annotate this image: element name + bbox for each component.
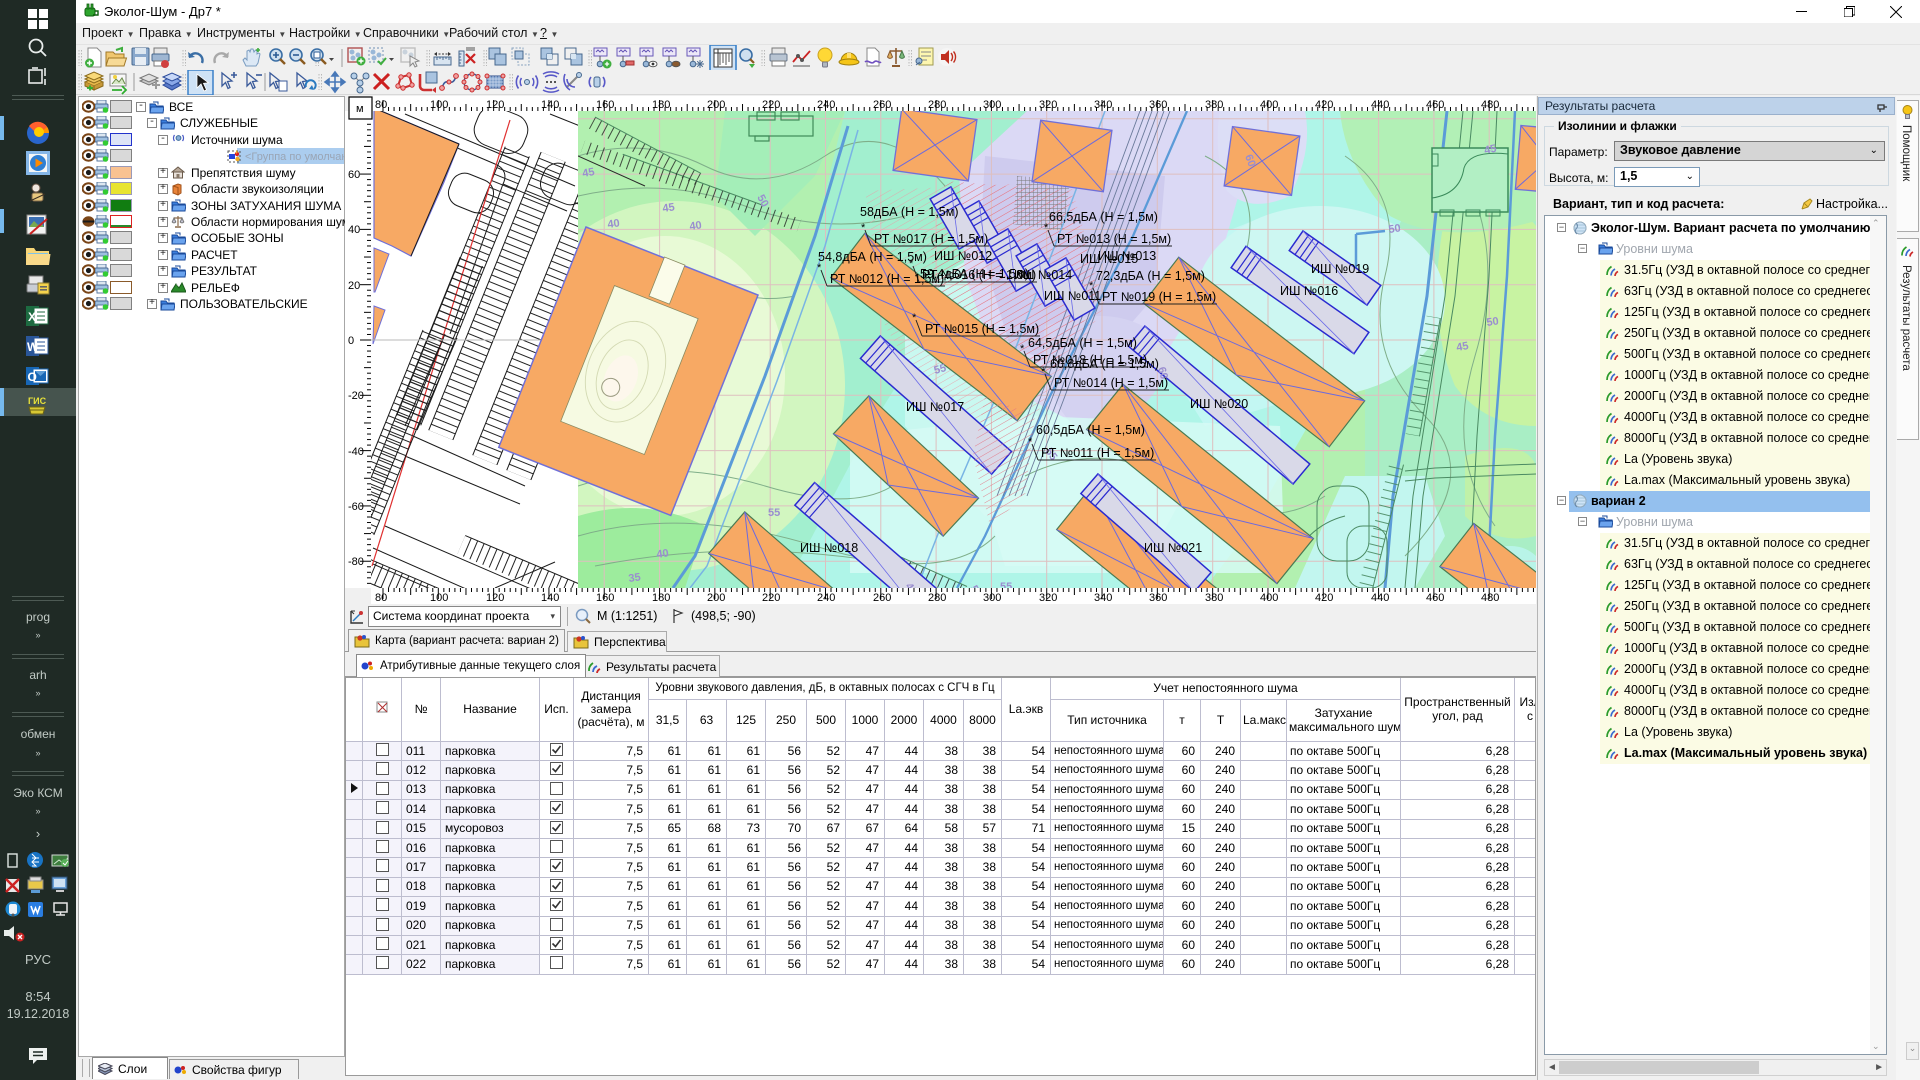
svg-text:280: 280 [928,99,946,111]
svg-text:460: 460 [1426,99,1444,111]
svg-text:180: 180 [652,592,670,604]
svg-text:РТ №015 (Н = 1,5м): РТ №015 (Н = 1,5м) [925,322,1039,336]
svg-text:ИШ №018: ИШ №018 [800,541,858,555]
svg-text:*: * [1028,436,1033,448]
svg-text:-40: -40 [348,446,364,458]
svg-text:40: 40 [348,224,360,236]
svg-text:420: 420 [1315,99,1333,111]
svg-text:320: 320 [1039,592,1057,604]
svg-text:ИШ №012: ИШ №012 [934,249,992,263]
svg-text:280: 280 [928,592,946,604]
svg-text:45: 45 [1455,340,1469,354]
svg-text:W: W [27,340,39,354]
svg-text:РТ №014 (Н = 1,5м): РТ №014 (Н = 1,5м) [1054,376,1168,390]
svg-text:40: 40 [689,219,703,233]
svg-text:140: 140 [541,592,559,604]
svg-text:*: * [912,312,917,324]
svg-text:ИШ №011: ИШ №011 [1044,289,1101,303]
svg-text:460: 460 [1426,592,1444,604]
svg-text:260: 260 [873,592,891,604]
svg-text:54,8дБА (Н = 1,5м): 54,8дБА (Н = 1,5м) [818,250,927,264]
svg-text:240: 240 [817,99,835,111]
svg-text:35: 35 [628,571,642,585]
svg-text:380: 380 [1205,592,1223,604]
svg-text:ИШ №015: ИШ №015 [1080,252,1138,266]
svg-text:-20: -20 [348,390,364,402]
svg-text:0: 0 [348,335,354,347]
svg-text:480: 480 [1481,99,1499,111]
svg-text:320: 320 [1039,99,1057,111]
svg-text:60,8дБА (Н = 1,5м): 60,8дБА (Н = 1,5м) [1050,357,1159,371]
svg-text:240: 240 [817,592,835,604]
svg-text:440: 440 [1371,592,1389,604]
svg-text:-80: -80 [348,556,364,568]
svg-text:45: 45 [581,166,595,180]
svg-text:200: 200 [707,592,725,604]
svg-text:140: 140 [541,99,559,111]
svg-text:480: 480 [1481,592,1499,604]
svg-text:400: 400 [1260,592,1278,604]
svg-text:ИШ №016: ИШ №016 [1280,284,1338,298]
svg-text:360: 360 [1149,592,1167,604]
svg-text:180: 180 [652,99,670,111]
svg-text:55: 55 [768,507,780,519]
svg-text:220: 220 [762,592,780,604]
svg-text:420: 420 [1315,592,1333,604]
svg-text:ИШ №019: ИШ №019 [1311,262,1369,276]
svg-text:400: 400 [1260,99,1278,111]
svg-text:72,3дБА (Н = 1,5м): 72,3дБА (Н = 1,5м) [1096,269,1205,283]
svg-text:50: 50 [1388,222,1402,236]
svg-text:ИШ №020: ИШ №020 [1190,397,1248,411]
svg-text:340: 340 [1094,99,1112,111]
svg-text:100: 100 [430,99,448,111]
svg-text:60: 60 [348,169,360,181]
svg-text:300: 300 [983,99,1001,111]
svg-text:ИШ №021: ИШ №021 [1144,541,1202,555]
svg-text:*: * [1041,366,1046,378]
svg-text:220: 220 [762,99,780,111]
svg-text:ИШ №014: ИШ №014 [1014,268,1072,282]
svg-text:РТ №019 (Н = 1,5м): РТ №019 (Н = 1,5м) [1102,290,1216,304]
svg-text:м: м [356,103,364,115]
svg-text:120: 120 [486,592,504,604]
svg-text:160: 160 [596,99,614,111]
svg-text:300: 300 [983,592,1001,604]
svg-text:58дБА (Н = 1,5м): 58дБА (Н = 1,5м) [860,205,959,219]
svg-text:160: 160 [596,592,614,604]
svg-text:66,5дБА (Н = 1,5м): 66,5дБА (Н = 1,5м) [1049,210,1158,224]
svg-text:РТ №013 (Н = 1,5м): РТ №013 (Н = 1,5м) [1057,232,1171,246]
svg-text:380: 380 [1205,99,1223,111]
svg-text:РТ №011 (Н = 1,5м): РТ №011 (Н = 1,5м) [1041,446,1154,460]
svg-text:X: X [28,310,36,324]
svg-text:O: O [28,370,37,384]
svg-text:80: 80 [375,592,387,604]
svg-text:РТ №017 (Н = 1,5м): РТ №017 (Н = 1,5м) [874,232,988,246]
svg-text:80: 80 [375,99,387,111]
svg-text:340: 340 [1094,592,1112,604]
svg-text:120: 120 [486,99,504,111]
svg-text:260: 260 [873,99,891,111]
svg-text:ГИС: ГИС [28,396,47,406]
svg-text:64,5дБА (Н = 1,5м): 64,5дБА (Н = 1,5м) [1028,336,1137,350]
svg-text:200: 200 [707,99,725,111]
svg-text:ИШ №017: ИШ №017 [906,400,964,414]
svg-text:360: 360 [1149,99,1167,111]
svg-text:45: 45 [662,201,676,215]
svg-text:440: 440 [1371,99,1389,111]
svg-text:-60: -60 [348,501,364,513]
svg-text:40: 40 [607,217,621,231]
svg-text:40: 40 [656,547,670,561]
svg-text:100: 100 [430,592,448,604]
svg-text:*: * [1020,343,1025,355]
svg-text:20: 20 [348,280,360,292]
svg-text:45: 45 [1483,143,1497,157]
svg-text:*: * [861,222,866,234]
svg-text:60,5дБА (Н = 1,5м): 60,5дБА (Н = 1,5м) [1036,423,1145,437]
svg-text:50: 50 [1486,315,1500,329]
